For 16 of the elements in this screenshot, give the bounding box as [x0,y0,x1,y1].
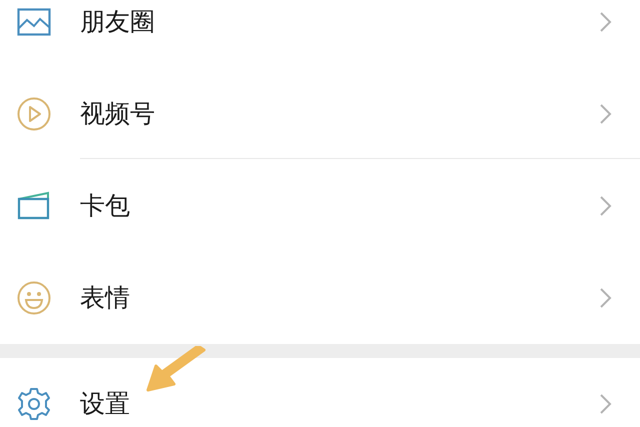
play-icon [17,97,51,131]
chevron-icon [600,104,612,124]
picture-icon [17,8,51,36]
menu-label: 卡包 [80,190,131,222]
chevron-icon [600,394,612,414]
arrow-icon [146,346,208,392]
settings-icon [17,386,51,420]
menu-label: 朋友圈 [80,6,156,38]
chevron-icon [600,288,612,308]
smiley-icon [17,281,51,315]
chevron-icon [600,12,612,32]
menu-label: 设置 [80,388,131,420]
chevron-icon [600,196,612,216]
menu-label: 视频号 [80,98,156,130]
menu-label: 表情 [80,282,131,314]
card-icon [17,191,51,221]
